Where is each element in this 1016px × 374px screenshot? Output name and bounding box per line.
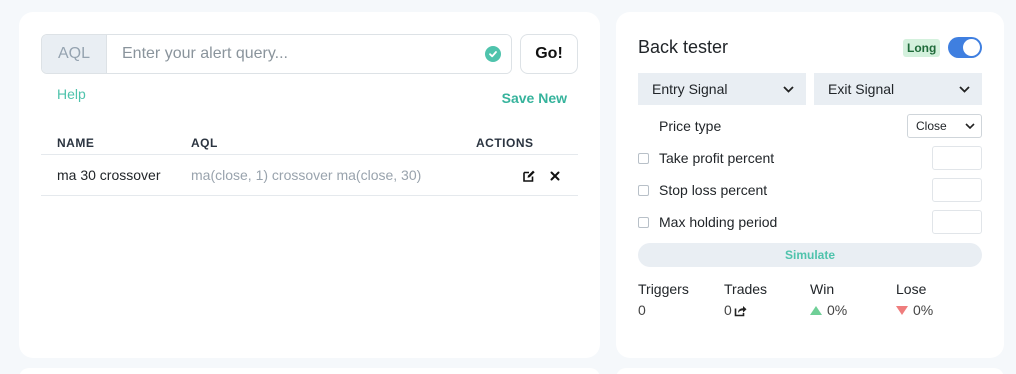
max-holding-label: Max holding period [659,214,778,230]
share-icon[interactable] [734,304,747,317]
lose-label: Lose [896,281,927,297]
edit-icon[interactable] [522,169,536,183]
triggers-value: 0 [638,302,646,318]
chevron-down-icon [965,123,975,129]
max-holding-input[interactable] [932,210,982,234]
stop-loss-checkbox[interactable] [638,184,649,196]
table-header-row: NAME AQL ACTIONS [41,132,578,155]
column-header-aql: AQL [191,132,476,155]
stat-triggers: Triggers 0 [638,281,689,318]
triangle-down-icon [896,305,908,315]
query-input[interactable] [107,35,511,73]
stop-loss-input[interactable] [932,178,982,202]
alert-name: ma 30 crossover [41,154,191,196]
lose-value: 0% [913,302,934,318]
stat-trades: Trades 0 [724,281,767,318]
simulate-button[interactable]: Simulate [638,243,982,267]
triggers-label: Triggers [638,281,689,297]
query-input-group: AQL [41,34,512,74]
column-header-actions: ACTIONS [476,132,578,155]
lose-value-wrap: 0% [896,302,933,318]
backtester-card: Back tester Long Entry Signal Exit Signa… [616,12,1004,358]
mode-badge: Long [903,39,941,57]
alerts-table: NAME AQL ACTIONS ma 30 crossover ma(clos… [41,132,578,196]
help-link[interactable]: Help [57,86,86,102]
column-header-name: NAME [41,132,191,155]
max-holding-checkbox[interactable] [638,216,649,228]
triangle-up-icon [810,305,822,315]
exit-signal-label: Exit Signal [828,81,895,97]
win-label: Win [810,281,835,297]
win-value-wrap: 0% [810,302,847,318]
table-row[interactable]: ma 30 crossover ma(close, 1) crossover m… [41,154,578,196]
take-profit-row: Take profit percent [638,146,982,170]
stat-win: Win 0% [810,281,847,318]
check-circle-icon [485,46,501,62]
trades-value-wrap: 0 [724,302,767,318]
triggers-value-wrap: 0 [638,302,689,318]
win-value: 0% [827,302,848,318]
save-new-link[interactable]: Save New [502,90,567,106]
trades-value: 0 [724,302,732,318]
take-profit-checkbox[interactable] [638,152,649,164]
price-type-value: Close [916,119,947,133]
backtester-title: Back tester [638,37,729,57]
take-profit-label: Take profit percent [659,150,775,166]
long-short-toggle[interactable] [948,37,982,58]
chevron-down-icon [783,85,794,93]
alert-aql: ma(close, 1) crossover ma(close, 30) [191,154,476,196]
exit-signal-select[interactable]: Exit Signal [814,73,982,105]
stop-loss-label: Stop loss percent [659,182,768,198]
max-holding-row: Max holding period [638,210,982,234]
chevron-down-icon [959,85,970,93]
query-prefix: AQL [42,35,107,73]
price-type-select[interactable]: Close [907,114,982,138]
next-card-left [19,368,600,374]
price-type-label: Price type [659,118,722,134]
entry-signal-label: Entry Signal [652,81,728,97]
alerts-card: AQL Go! Help Save New NAME AQL ACTIONS m… [19,12,600,358]
alert-actions [476,154,578,196]
stat-lose: Lose 0% [896,281,933,318]
trades-label: Trades [724,281,768,297]
entry-signal-select[interactable]: Entry Signal [638,73,806,105]
go-button[interactable]: Go! [520,34,578,74]
toggle-knob [963,39,980,56]
stop-loss-row: Stop loss percent [638,178,982,202]
take-profit-input[interactable] [932,146,982,170]
next-card-right [616,368,1004,374]
close-icon[interactable] [548,169,562,183]
